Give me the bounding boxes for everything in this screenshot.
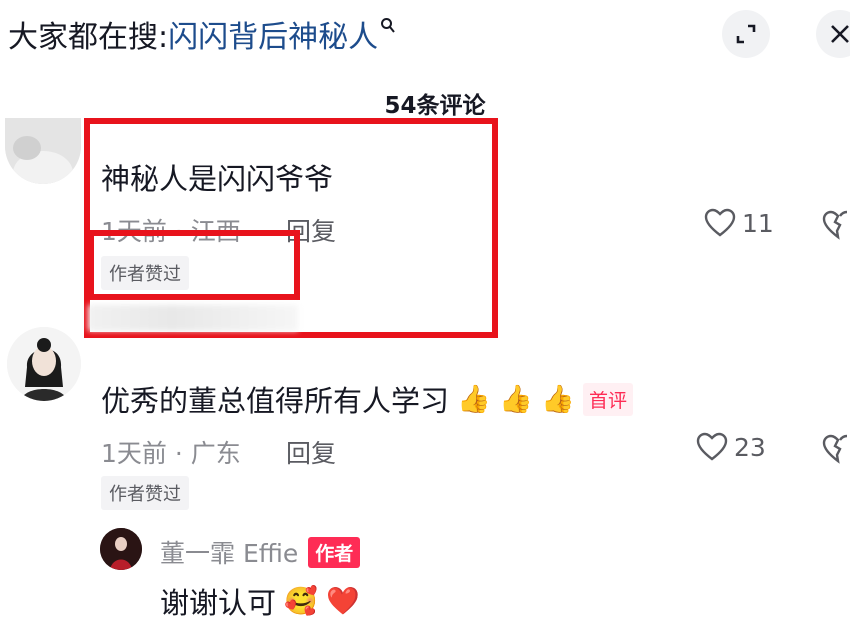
search-prefix-label: 大家都在搜: xyxy=(8,20,169,55)
heart-icon xyxy=(704,208,736,237)
search-icon xyxy=(380,16,396,40)
avatar[interactable] xyxy=(7,327,81,401)
author-reply-text: 谢谢认可 xyxy=(160,586,277,620)
dislike-button[interactable] xyxy=(822,434,850,468)
close-button[interactable] xyxy=(816,10,850,58)
reply-emojis: 🥰 ❤️ xyxy=(284,586,360,617)
broken-heart-icon xyxy=(822,210,848,240)
broken-heart-icon xyxy=(822,434,848,464)
avatar[interactable] xyxy=(5,118,81,184)
reply-button[interactable]: 回复 xyxy=(286,434,336,470)
comment-text: 优秀的董总值得所有人学习 xyxy=(101,384,450,418)
author-liked-badge: 作者赞过 xyxy=(101,476,189,510)
author-header: 董一霏 Effie 作者 xyxy=(160,534,361,570)
author-reply-line: 谢谢认可 🥰 ❤️ xyxy=(160,580,360,622)
thumbs-up-emojis: 👍 👍 👍 xyxy=(457,384,576,415)
expand-icon xyxy=(736,24,756,44)
first-comment-badge: 首评 xyxy=(583,382,634,416)
author-avatar[interactable] xyxy=(100,528,142,570)
comment-meta: 1天前 · 广东 xyxy=(101,439,241,468)
comment-count: 54条评论 xyxy=(384,93,486,119)
expand-button[interactable] xyxy=(722,10,770,58)
like-button[interactable]: 11 xyxy=(704,208,774,238)
like-count: 11 xyxy=(742,208,774,238)
highlight-box-badge xyxy=(88,230,300,300)
like-button[interactable]: 23 xyxy=(696,432,766,462)
comment-line: 优秀的董总值得所有人学习 👍 👍 👍 首评 xyxy=(101,378,634,420)
dislike-button[interactable] xyxy=(822,210,850,244)
author-badge: 作者 xyxy=(308,536,361,568)
like-count: 23 xyxy=(734,432,766,462)
close-icon xyxy=(831,25,849,43)
search-term-link[interactable]: 闪闪背后神秘人 xyxy=(168,12,378,56)
blurred-area xyxy=(88,305,298,331)
author-name[interactable]: 董一霏 Effie xyxy=(160,534,298,570)
search-suggestion[interactable]: 大家都在搜: 闪闪背后神秘人 xyxy=(8,12,396,56)
heart-icon xyxy=(696,432,728,461)
